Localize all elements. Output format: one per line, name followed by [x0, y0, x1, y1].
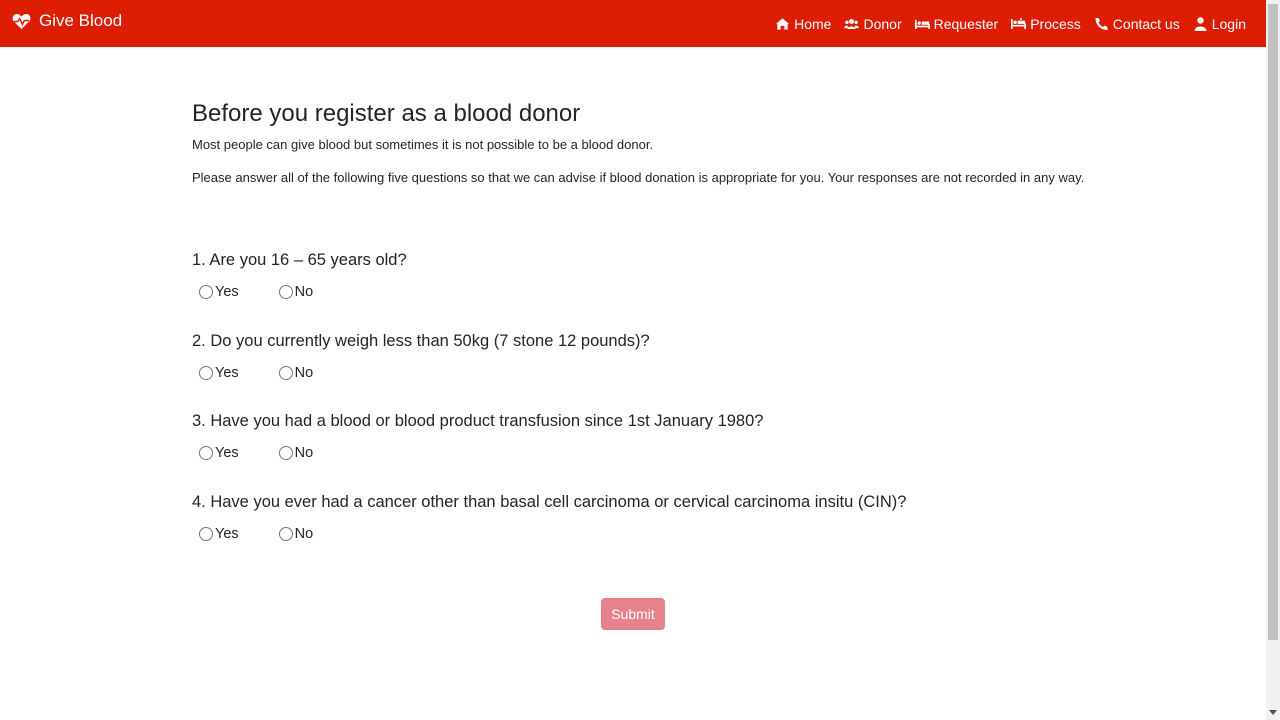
scrollbar-thumb[interactable]: [1268, 4, 1278, 640]
option-no-label: No: [294, 526, 314, 542]
page-scrollbar[interactable]: [1266, 0, 1280, 720]
option-no[interactable]: No: [278, 365, 314, 381]
question-text: 4. Have you ever had a cancer other than…: [192, 493, 907, 511]
navbar: Give Blood Home Donor Requester Process …: [0, 0, 1266, 47]
radio-yes[interactable]: [199, 446, 213, 460]
radio-yes[interactable]: [199, 285, 213, 299]
bed-icon: [914, 19, 930, 29]
brand-link[interactable]: Give Blood: [12, 11, 122, 31]
answer-options: Yes No: [199, 526, 906, 542]
nav-donor[interactable]: Donor: [844, 15, 902, 32]
submit-button[interactable]: Submit: [601, 598, 665, 630]
option-yes[interactable]: Yes: [199, 365, 239, 381]
question-4: 4. Have you ever had a cancer other than…: [192, 493, 906, 542]
question-3: 3. Have you had a blood or blood product…: [192, 412, 763, 461]
nav-process-label: Process: [1030, 15, 1081, 32]
option-yes[interactable]: Yes: [199, 284, 239, 300]
brand-name: Give Blood: [39, 11, 123, 30]
option-yes-label: Yes: [215, 445, 239, 461]
radio-no[interactable]: [278, 527, 293, 541]
question-text: 3. Have you had a blood or blood product…: [192, 412, 764, 430]
radio-no[interactable]: [278, 366, 293, 380]
user-icon: [1194, 16, 1207, 31]
option-yes-label: Yes: [215, 526, 239, 542]
question-2: 2. Do you currently weigh less than 50kg…: [192, 332, 650, 381]
option-no[interactable]: No: [278, 445, 314, 461]
option-yes-label: Yes: [215, 365, 239, 381]
phone-icon: [1095, 17, 1108, 30]
answer-options: Yes No: [199, 445, 763, 461]
users-icon: [844, 18, 860, 29]
nav-requester-label: Requester: [933, 15, 999, 32]
option-yes[interactable]: Yes: [199, 445, 239, 461]
nav-login[interactable]: Login: [1193, 16, 1246, 32]
nav-contact-label: Contact us: [1112, 15, 1180, 32]
intro-text: Most people can give blood but sometimes…: [192, 137, 654, 152]
option-no-label: No: [294, 445, 314, 461]
intro-instructions: Please answer all of the following five …: [192, 170, 1085, 185]
main-content: Before you register as a blood donor Mos…: [192, 100, 1112, 187]
home-icon: [776, 17, 790, 30]
option-no-label: No: [294, 284, 314, 300]
question-text: 1. Are you 16 – 65 years old?: [192, 251, 407, 269]
question-1: 1. Are you 16 – 65 years old? Yes No: [192, 251, 407, 300]
nav-login-label: Login: [1211, 15, 1246, 32]
answer-options: Yes No: [199, 365, 650, 381]
hospital-bed-icon: [1011, 17, 1027, 29]
option-no[interactable]: No: [278, 526, 314, 542]
radio-yes[interactable]: [199, 527, 213, 541]
nav-donor-label: Donor: [863, 15, 902, 32]
nav-requester[interactable]: Requester: [914, 15, 999, 32]
radio-no[interactable]: [278, 446, 293, 460]
nav-process[interactable]: Process: [1011, 16, 1081, 32]
heart-pulse-icon: [12, 13, 31, 29]
radio-yes[interactable]: [199, 366, 213, 380]
option-no-label: No: [294, 365, 314, 381]
nav-home[interactable]: Home: [775, 16, 831, 32]
option-no[interactable]: No: [278, 284, 314, 300]
page-title: Before you register as a blood donor: [192, 100, 581, 127]
radio-no[interactable]: [278, 285, 293, 299]
option-yes[interactable]: Yes: [199, 526, 239, 542]
answer-options: Yes No: [199, 284, 407, 300]
option-yes-label: Yes: [215, 284, 239, 300]
question-text: 2. Do you currently weigh less than 50kg…: [192, 332, 650, 350]
nav-home-label: Home: [794, 15, 832, 32]
scroll-down-arrow[interactable]: [1269, 710, 1277, 715]
nav-contact[interactable]: Contact us: [1094, 16, 1180, 32]
nav-links: Home Donor Requester Process Contact us …: [775, 0, 1246, 47]
